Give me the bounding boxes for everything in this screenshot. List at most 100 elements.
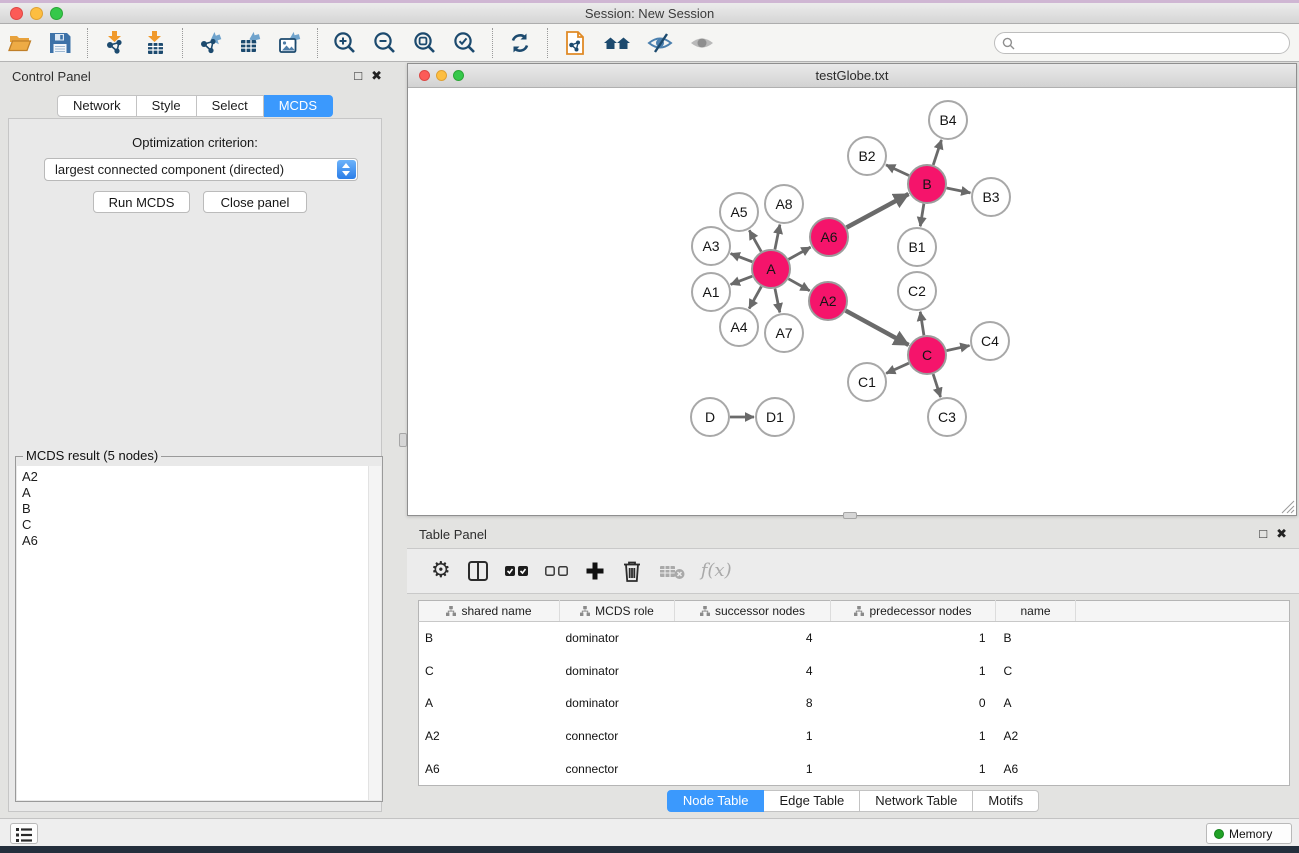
delete-row-button[interactable] — [621, 559, 643, 583]
function-builder-button[interactable]: f(x) — [701, 571, 732, 572]
table-cell[interactable]: 8 — [675, 687, 831, 720]
table-cell[interactable]: dominator — [560, 654, 675, 687]
save-session-button[interactable] — [45, 28, 75, 58]
export-network-button[interactable] — [195, 28, 225, 58]
table-cell[interactable]: dominator — [560, 687, 675, 720]
table-cell[interactable]: B — [996, 622, 1076, 655]
criterion-select[interactable]: largest connected component (directed) — [44, 158, 358, 181]
table-cell[interactable]: 1 — [831, 622, 996, 655]
table-cell[interactable]: 4 — [675, 654, 831, 687]
table-cell[interactable]: A6 — [419, 753, 560, 786]
table-cell[interactable]: 1 — [675, 753, 831, 786]
graph-edge-B-B1[interactable] — [920, 204, 924, 227]
network-file-button[interactable] — [560, 28, 590, 58]
graph-edge-A-A8[interactable] — [775, 225, 780, 250]
tab-select[interactable]: Select — [197, 95, 264, 117]
network-window-titlebar[interactable]: testGlobe.txt — [408, 64, 1296, 88]
graph-edge-A-A7[interactable] — [775, 289, 780, 313]
table-row[interactable]: Adominator80A — [419, 687, 1290, 720]
resize-grip-icon[interactable] — [1280, 499, 1295, 514]
deselect-all-button[interactable] — [545, 565, 569, 577]
column-header[interactable]: predecessor nodes — [831, 601, 996, 622]
mcds-result-item[interactable]: A — [17, 485, 368, 501]
graph-edge-B-B4[interactable] — [933, 140, 941, 165]
graph-edge-A2-C[interactable] — [846, 311, 909, 345]
table-cell[interactable]: A — [419, 687, 560, 720]
column-visibility-button[interactable] — [467, 560, 489, 582]
graph-edge-A-A4[interactable] — [749, 287, 761, 309]
zoom-selected-button[interactable] — [450, 28, 480, 58]
graph-edge-C-C4[interactable] — [947, 346, 970, 351]
import-network-button[interactable] — [100, 28, 130, 58]
graph-edge-C-C3[interactable] — [933, 374, 940, 397]
task-history-button[interactable] — [10, 823, 38, 844]
table-cell[interactable]: 4 — [675, 622, 831, 655]
table-row[interactable]: A6connector11A6 — [419, 753, 1290, 786]
import-table-button[interactable] — [140, 28, 170, 58]
tab-network-table[interactable]: Network Table — [860, 790, 973, 812]
tab-network[interactable]: Network — [57, 95, 137, 117]
graph-edge-A-A2[interactable] — [788, 279, 809, 291]
graph-edge-A6-B[interactable] — [847, 194, 909, 227]
table-cell[interactable]: C — [419, 654, 560, 687]
table-cell[interactable]: B — [419, 622, 560, 655]
delete-table-button[interactable] — [659, 563, 685, 580]
tab-motifs[interactable]: Motifs — [973, 790, 1039, 812]
settings-gear-button[interactable]: ⚙ — [431, 560, 451, 582]
close-panel-button[interactable]: Close panel — [203, 191, 307, 213]
mcds-result-item[interactable]: B — [17, 501, 368, 517]
graph-edge-B-B3[interactable] — [947, 188, 971, 193]
column-header[interactable]: name — [996, 601, 1076, 622]
column-header[interactable]: MCDS role — [560, 601, 675, 622]
refresh-button[interactable] — [505, 28, 535, 58]
result-scrollbar[interactable] — [368, 466, 381, 800]
table-cell[interactable]: C — [996, 654, 1076, 687]
table-cell[interactable]: A2 — [419, 720, 560, 753]
table-row[interactable]: Cdominator41C — [419, 654, 1290, 687]
zoom-in-button[interactable] — [330, 28, 360, 58]
column-header[interactable]: successor nodes — [675, 601, 831, 622]
split-handle-vertical[interactable] — [399, 433, 407, 447]
split-handle-horizontal[interactable] — [843, 512, 857, 519]
first-neighbors-button[interactable] — [600, 28, 634, 58]
table-cell[interactable]: 1 — [831, 753, 996, 786]
zoom-out-button[interactable] — [370, 28, 400, 58]
table-cell[interactable]: 0 — [831, 687, 996, 720]
close-panel-icon[interactable]: ✖ — [371, 68, 382, 83]
open-session-button[interactable] — [5, 28, 35, 58]
table-cell[interactable]: dominator — [560, 622, 675, 655]
tab-node-table[interactable]: Node Table — [667, 790, 765, 812]
graph-edge-B-B2[interactable] — [886, 165, 909, 176]
table-row[interactable]: Bdominator41B — [419, 622, 1290, 655]
table-cell[interactable]: 1 — [831, 654, 996, 687]
table-cell[interactable]: 1 — [675, 720, 831, 753]
tab-mcds[interactable]: MCDS — [264, 95, 333, 117]
show-all-button[interactable] — [686, 28, 718, 58]
export-table-button[interactable] — [235, 28, 265, 58]
table-row[interactable]: A2connector11A2 — [419, 720, 1290, 753]
table-cell[interactable]: A — [996, 687, 1076, 720]
graph-edge-A-A6[interactable] — [789, 247, 811, 259]
graph-edge-A-A5[interactable] — [749, 230, 761, 251]
export-image-button[interactable] — [275, 28, 305, 58]
table-cell[interactable]: connector — [560, 753, 675, 786]
table-cell[interactable]: connector — [560, 720, 675, 753]
add-row-button[interactable] — [585, 561, 605, 581]
search-input[interactable] — [1019, 34, 1283, 52]
graph-edge-A-A3[interactable] — [731, 254, 753, 262]
table-cell[interactable]: A6 — [996, 753, 1076, 786]
select-all-button[interactable] — [505, 565, 529, 577]
graph-edge-C-C2[interactable] — [920, 312, 924, 335]
close-table-panel-icon[interactable]: ✖ — [1276, 526, 1287, 541]
tab-style[interactable]: Style — [137, 95, 197, 117]
mcds-result-item[interactable]: A2 — [17, 469, 368, 485]
network-canvas[interactable]: B4B2BB3A8A5A6A3B1AC2A1A2A4A7C4CC1C3DD1 — [408, 88, 1296, 515]
graph-edge-C-C1[interactable] — [886, 363, 909, 373]
float-panel-icon[interactable]: □ — [354, 68, 362, 83]
tab-edge-table[interactable]: Edge Table — [764, 790, 860, 812]
graph-edge-A-A1[interactable] — [731, 276, 753, 284]
mcds-result-item[interactable]: C — [17, 517, 368, 533]
table-cell[interactable]: A2 — [996, 720, 1076, 753]
float-table-panel-icon[interactable]: □ — [1259, 526, 1267, 541]
column-header[interactable]: shared name — [419, 601, 560, 622]
